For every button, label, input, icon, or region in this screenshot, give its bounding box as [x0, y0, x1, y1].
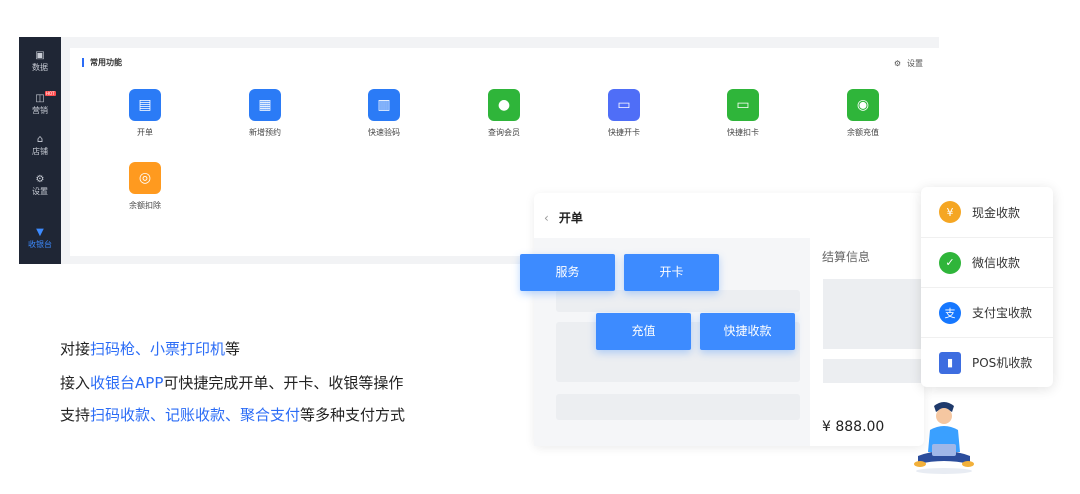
person-illustration [914, 402, 974, 474]
payment-label: POS机收款 [972, 356, 1033, 370]
page: ▣ 数据 ◫ HOT 营销 ⌂ 店铺 ⚙ 设置 ▼ 收银台 常用功能 ⚙ 设置 [0, 0, 1080, 494]
gear-icon: ⚙ [893, 59, 901, 68]
function-query-member[interactable]: ● 查询会员 [464, 89, 544, 138]
function-label: 快捷扣卡 [727, 128, 759, 137]
gear-icon: ⚙ [35, 174, 45, 185]
appointment-icon: ▦ [249, 89, 281, 121]
function-balance-deduct[interactable]: ◎ 余额扣除 [105, 162, 185, 211]
order-icon: ▤ [129, 89, 161, 121]
sidebar-item-data[interactable]: ▣ 数据 [19, 50, 61, 73]
quick-payment-button[interactable]: 快捷收款 [700, 313, 795, 350]
card-deduct-icon: ▭ [727, 89, 759, 121]
service-button[interactable]: 服务 [520, 254, 615, 291]
alipay-icon: 支 [939, 301, 961, 324]
sidebar-item-settings[interactable]: ⚙ 设置 [19, 174, 61, 197]
function-balance-recharge[interactable]: ◉ 余额充值 [823, 89, 903, 138]
function-label: 新增预约 [249, 128, 281, 137]
sidebar-item-store[interactable]: ⌂ 店铺 [19, 134, 61, 157]
back-icon[interactable]: ‹ [544, 211, 549, 225]
function-label: 快捷开卡 [608, 128, 640, 137]
description-line-2: 接入收银台APP可快捷完成开单、开卡、收银等操作 [60, 372, 403, 393]
function-quick-verify[interactable]: ▥ 快速验码 [344, 89, 424, 138]
store-icon: ⌂ [36, 134, 44, 145]
payment-cash[interactable]: ¥ 现金收款 [921, 187, 1053, 237]
function-label: 查询会员 [488, 128, 520, 137]
function-new-appointment[interactable]: ▦ 新增预约 [225, 89, 305, 138]
sidebar-item-cashier[interactable]: ▼ 收银台 [19, 227, 61, 250]
sidebar-item-label: 营销 [32, 106, 48, 115]
chart-icon: ▣ [35, 50, 45, 61]
order-header: ‹ 开单 [544, 209, 583, 226]
payment-pos[interactable]: ▮ POS机收款 [921, 337, 1053, 387]
deduct-icon: ◎ [129, 162, 161, 194]
payment-alipay[interactable]: 支 支付宝收款 [921, 287, 1053, 337]
text: 对接 [60, 340, 91, 358]
hot-badge: HOT [45, 91, 56, 96]
sidebar-item-label: 收银台 [28, 240, 52, 249]
text: 可快捷完成开单、开卡、收银等操作 [163, 374, 404, 392]
highlight-text: 扫码枪、小票打印机 [90, 340, 226, 358]
settlement-block [823, 279, 921, 349]
recharge-button[interactable]: 充值 [596, 313, 691, 350]
function-label: 余额充值 [847, 128, 879, 137]
card-add-icon: ▭ [608, 89, 640, 121]
payment-methods-popup: ¥ 现金收款 ✓ 微信收款 支 支付宝收款 ▮ POS机收款 [921, 187, 1053, 387]
text: 等 [225, 340, 241, 358]
settings-label: 设置 [907, 59, 923, 68]
payment-wechat[interactable]: ✓ 微信收款 [921, 237, 1053, 287]
sidebar-item-label: 店铺 [32, 147, 48, 156]
payment-label: 支付宝收款 [972, 306, 1033, 320]
sidebar-item-marketing[interactable]: ◫ HOT 营销 [19, 91, 61, 116]
settlement-bar [823, 359, 921, 383]
order-title: 开单 [558, 211, 583, 225]
function-label: 快速验码 [368, 128, 400, 137]
cashier-icon: ▼ [36, 227, 44, 238]
open-card-button[interactable]: 开卡 [624, 254, 719, 291]
section-title: 常用功能 [82, 58, 122, 67]
text: 支持 [60, 406, 91, 424]
settings-button[interactable]: ⚙ 设置 [894, 58, 923, 69]
recharge-icon: ◉ [847, 89, 879, 121]
pos-icon: ▮ [939, 351, 961, 374]
text: 等多种支付方式 [300, 406, 406, 424]
settlement-label: 结算信息 [822, 250, 871, 264]
total-price: ¥ 888.00 [822, 419, 885, 435]
highlight-text: 收银台APP [90, 374, 164, 392]
text: 接入 [60, 374, 91, 392]
cash-icon: ¥ [939, 201, 961, 223]
description-line-3: 支持扫码收款、记账收款、聚合支付等多种支付方式 [60, 404, 405, 425]
sidebar-item-label: 数据 [32, 63, 48, 72]
payment-label: 现金收款 [972, 205, 1021, 220]
wechat-icon: ✓ [939, 251, 961, 274]
function-open-order[interactable]: ▤ 开单 [105, 89, 185, 138]
payment-label: 微信收款 [972, 256, 1021, 270]
function-quick-deduct-card[interactable]: ▭ 快捷扣卡 [703, 89, 783, 138]
function-label: 开单 [137, 128, 153, 137]
placeholder-bar [556, 394, 800, 420]
function-label: 余额扣除 [129, 201, 161, 210]
description-line-1: 对接扫码枪、小票打印机等 [60, 338, 240, 359]
barcode-icon: ▥ [368, 89, 400, 121]
member-search-icon: ● [488, 89, 520, 121]
sidebar: ▣ 数据 ◫ HOT 营销 ⌂ 店铺 ⚙ 设置 ▼ 收银台 [19, 37, 61, 264]
highlight-text: 扫码收款、记账收款、聚合支付 [90, 406, 301, 424]
placeholder-bar [556, 290, 800, 312]
function-quick-open-card[interactable]: ▭ 快捷开卡 [584, 89, 664, 138]
sidebar-item-label: 设置 [32, 187, 48, 196]
